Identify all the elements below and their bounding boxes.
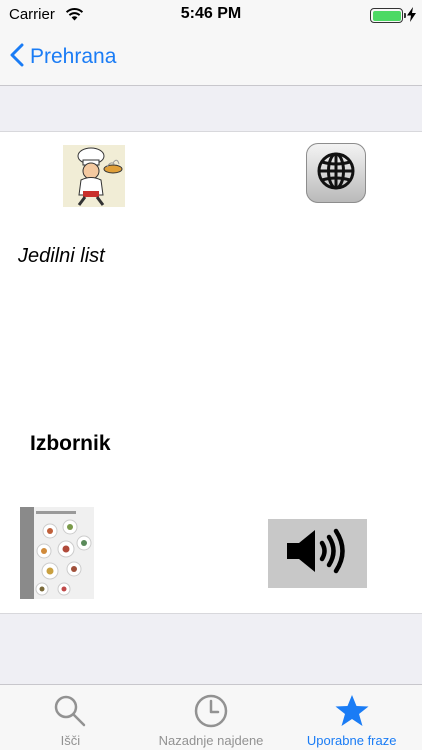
status-bar: Carrier 5:46 PM	[0, 0, 422, 30]
battery-icon	[370, 8, 403, 23]
globe-icon	[315, 150, 357, 197]
clock-time: 5:46 PM	[180, 5, 242, 22]
star-icon	[334, 693, 370, 729]
back-button[interactable]: Prehrana	[10, 42, 116, 72]
charging-bolt-icon	[407, 7, 416, 27]
clock-icon	[194, 693, 228, 729]
chef-image	[63, 145, 125, 207]
chevron-left-icon	[10, 43, 24, 72]
tab-label-recent: Nazadnje najdene	[158, 733, 264, 748]
tab-bar: Išči Nazadnje najdene Uporabne fraze	[0, 684, 422, 750]
tab-useful-phrases[interactable]: Uporabne fraze	[281, 685, 422, 750]
navigation-bar: Prehrana	[0, 30, 422, 86]
battery-fill	[372, 10, 401, 21]
play-sound-button[interactable]	[268, 519, 367, 588]
back-label: Prehrana	[30, 45, 117, 68]
speaker-icon	[285, 526, 351, 581]
phrase-original: Izbornik	[30, 432, 111, 455]
menu-cover-image	[20, 507, 94, 599]
tab-recent[interactable]: Nazadnje najdene	[141, 685, 282, 750]
search-icon	[53, 693, 87, 729]
globe-button[interactable]	[306, 143, 366, 203]
tab-label-search: Išči	[60, 733, 81, 748]
content-panel: Jedilni list Izbornik	[0, 131, 422, 614]
tab-label-useful-phrases: Uporabne fraze	[306, 733, 397, 748]
phrase-translation: Jedilni list	[18, 245, 105, 267]
battery-tip	[404, 13, 406, 18]
tab-search[interactable]: Išči	[0, 685, 141, 750]
